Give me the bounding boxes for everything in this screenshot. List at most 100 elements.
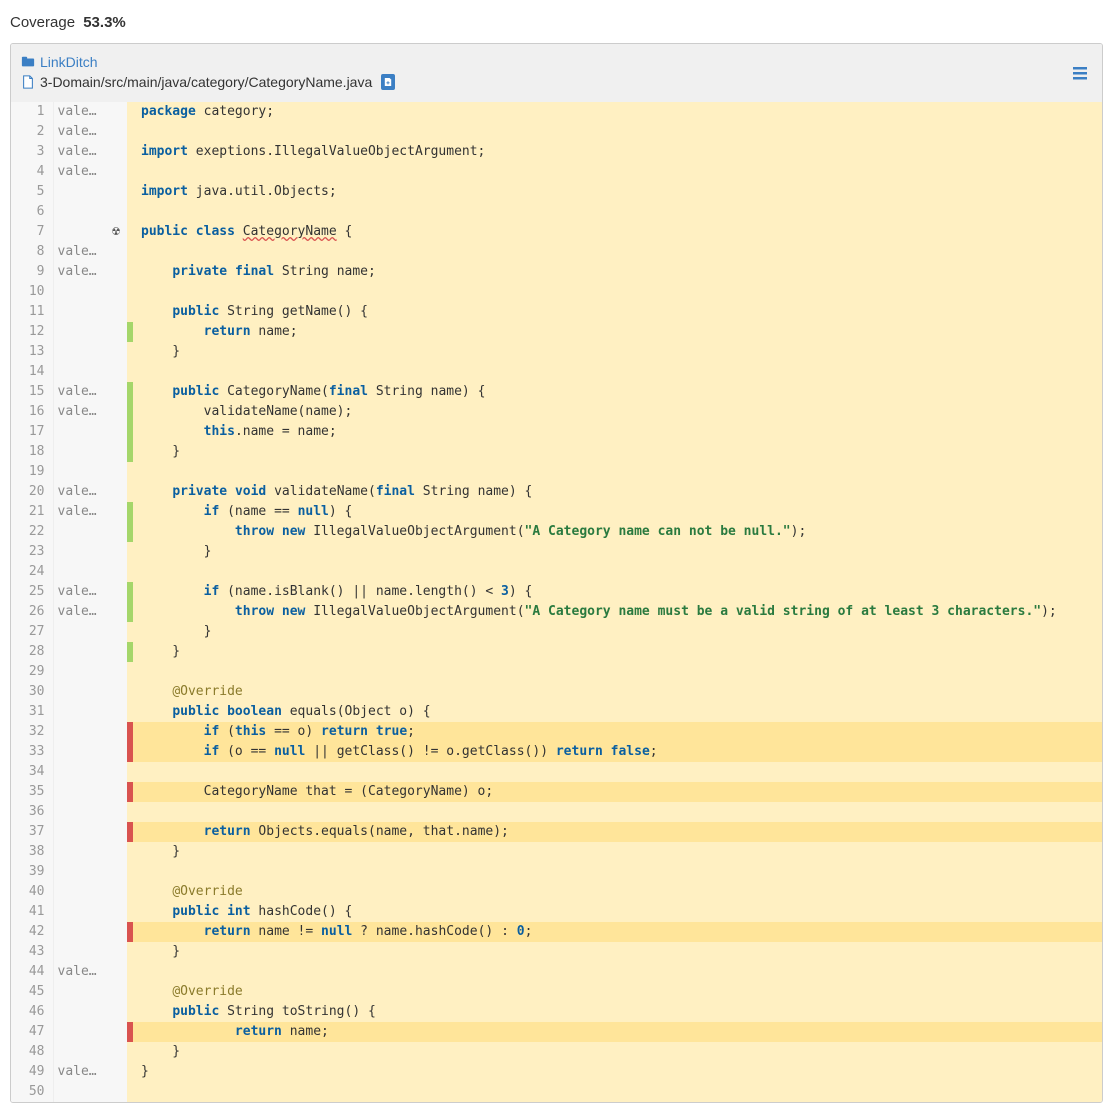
line-number[interactable]: 19	[11, 462, 53, 482]
code-row: 31 public boolean equals(Object o) {	[11, 702, 1102, 722]
line-number[interactable]: 34	[11, 762, 53, 782]
code-line	[133, 162, 1102, 182]
line-number[interactable]: 42	[11, 922, 53, 942]
line-number[interactable]: 38	[11, 842, 53, 862]
line-author: vale…	[53, 122, 105, 142]
line-author	[53, 882, 105, 902]
line-number[interactable]: 20	[11, 482, 53, 502]
line-number[interactable]: 2	[11, 122, 53, 142]
line-number[interactable]: 33	[11, 742, 53, 762]
line-number[interactable]: 6	[11, 202, 53, 222]
line-number[interactable]: 22	[11, 522, 53, 542]
line-number[interactable]: 46	[11, 1002, 53, 1022]
line-number[interactable]: 13	[11, 342, 53, 362]
line-number[interactable]: 39	[11, 862, 53, 882]
line-gutter	[105, 682, 127, 702]
line-number[interactable]: 32	[11, 722, 53, 742]
line-gutter	[105, 102, 127, 122]
line-number[interactable]: 45	[11, 982, 53, 1002]
line-number[interactable]: 9	[11, 262, 53, 282]
line-number[interactable]: 11	[11, 302, 53, 322]
line-number[interactable]: 48	[11, 1042, 53, 1062]
line-number[interactable]: 49	[11, 1062, 53, 1082]
line-number[interactable]: 50	[11, 1082, 53, 1102]
line-gutter	[105, 282, 127, 302]
code-line: return name;	[133, 1022, 1102, 1042]
line-number[interactable]: 25	[11, 582, 53, 602]
breadcrumb-project-link[interactable]: LinkDitch	[40, 54, 98, 70]
line-number[interactable]: 27	[11, 622, 53, 642]
line-number[interactable]: 3	[11, 142, 53, 162]
code-row: 38 }	[11, 842, 1102, 862]
code-row: 41 public int hashCode() {	[11, 902, 1102, 922]
file-diff-icon[interactable]	[381, 74, 395, 90]
code-row: 11 public String getName() {	[11, 302, 1102, 322]
line-author: vale…	[53, 102, 105, 122]
line-author	[53, 762, 105, 782]
line-author	[53, 522, 105, 542]
code-row: 35 CategoryName that = (CategoryName) o;	[11, 782, 1102, 802]
line-author: vale…	[53, 1062, 105, 1082]
line-number[interactable]: 41	[11, 902, 53, 922]
code-line: }	[133, 942, 1102, 962]
line-number[interactable]: 31	[11, 702, 53, 722]
line-number[interactable]: 7	[11, 222, 53, 242]
line-gutter	[105, 302, 127, 322]
line-gutter	[105, 442, 127, 462]
code-line	[133, 662, 1102, 682]
code-row: 45 @Override	[11, 982, 1102, 1002]
line-author: vale…	[53, 602, 105, 622]
code-row: 48 }	[11, 1042, 1102, 1062]
mutation-icon[interactable]: ☢	[112, 224, 120, 239]
line-number[interactable]: 37	[11, 822, 53, 842]
line-number[interactable]: 30	[11, 682, 53, 702]
line-number[interactable]: 14	[11, 362, 53, 382]
menu-icon[interactable]	[1072, 66, 1090, 83]
code-line: }	[133, 842, 1102, 862]
line-number[interactable]: 28	[11, 642, 53, 662]
code-line	[133, 802, 1102, 822]
line-author: vale…	[53, 382, 105, 402]
line-number[interactable]: 5	[11, 182, 53, 202]
line-gutter	[105, 482, 127, 502]
line-number[interactable]: 47	[11, 1022, 53, 1042]
line-number[interactable]: 23	[11, 542, 53, 562]
line-number[interactable]: 44	[11, 962, 53, 982]
line-gutter	[105, 1062, 127, 1082]
line-number[interactable]: 36	[11, 802, 53, 822]
code-line: throw new IllegalValueObjectArgument("A …	[133, 602, 1102, 622]
line-number[interactable]: 40	[11, 882, 53, 902]
line-author	[53, 822, 105, 842]
code-line	[133, 862, 1102, 882]
line-number[interactable]: 18	[11, 442, 53, 462]
line-number[interactable]: 43	[11, 942, 53, 962]
code-line	[133, 122, 1102, 142]
line-author	[53, 1042, 105, 1062]
code-row: 4vale…	[11, 162, 1102, 182]
line-number[interactable]: 21	[11, 502, 53, 522]
line-author	[53, 322, 105, 342]
line-number[interactable]: 16	[11, 402, 53, 422]
line-gutter	[105, 822, 127, 842]
line-number[interactable]: 10	[11, 282, 53, 302]
line-number[interactable]: 24	[11, 562, 53, 582]
code-line: throw new IllegalValueObjectArgument("A …	[133, 522, 1102, 542]
code-line: return name;	[133, 322, 1102, 342]
line-number[interactable]: 17	[11, 422, 53, 442]
line-author	[53, 802, 105, 822]
line-author: vale…	[53, 242, 105, 262]
line-author	[53, 862, 105, 882]
line-number[interactable]: 29	[11, 662, 53, 682]
line-number[interactable]: 12	[11, 322, 53, 342]
project-icon	[21, 55, 35, 69]
code-line: package category;	[133, 102, 1102, 122]
line-number[interactable]: 35	[11, 782, 53, 802]
line-number[interactable]: 15	[11, 382, 53, 402]
line-number[interactable]: 26	[11, 602, 53, 622]
line-number[interactable]: 8	[11, 242, 53, 262]
line-number[interactable]: 4	[11, 162, 53, 182]
code-row: 23 }	[11, 542, 1102, 562]
line-gutter	[105, 922, 127, 942]
line-number[interactable]: 1	[11, 102, 53, 122]
code-line: public CategoryName(final String name) {	[133, 382, 1102, 402]
